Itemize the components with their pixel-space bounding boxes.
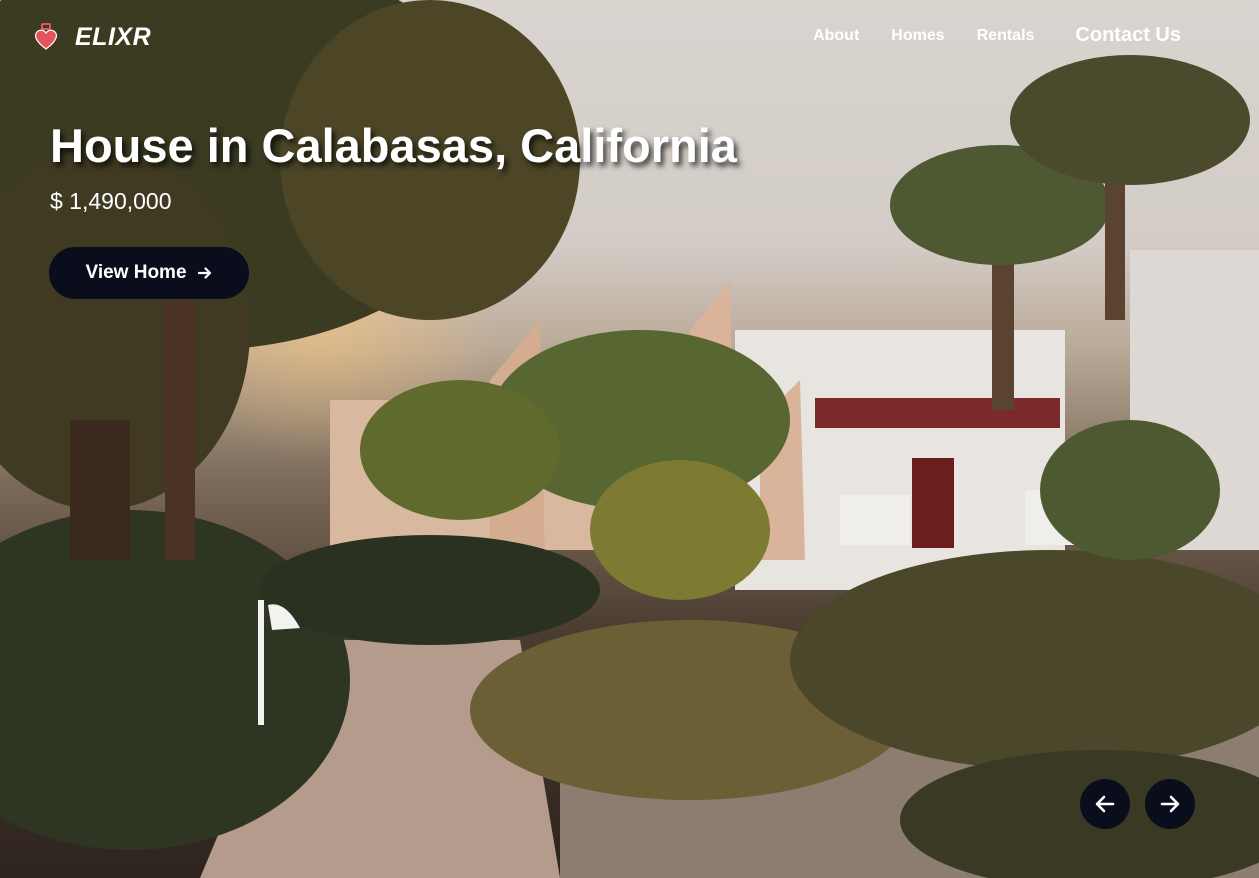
arrow-left-icon [1095, 795, 1115, 813]
main-nav: About Homes Rentals Contact Us [781, 24, 1181, 47]
carousel-next-button[interactable] [1145, 779, 1195, 829]
hero-section: ELIXR About Homes Rentals Contact Us Hou… [0, 0, 1259, 878]
nav-homes-link[interactable]: Homes [891, 27, 944, 45]
nav-rentals-link[interactable]: Rentals [977, 27, 1035, 45]
heart-potion-icon [34, 23, 58, 50]
nav-contact-link[interactable]: Contact Us [1075, 24, 1181, 47]
brand-name: ELIXR [75, 22, 152, 51]
carousel-prev-button[interactable] [1080, 779, 1130, 829]
nav-about-link[interactable]: About [813, 27, 859, 45]
listing-title: House in Calabasas, California [50, 119, 737, 172]
view-home-label: View Home [85, 262, 187, 283]
view-home-button[interactable]: View Home [49, 247, 249, 299]
brand-logo[interactable]: ELIXR [31, 22, 151, 52]
arrow-right-icon [197, 267, 211, 279]
arrow-right-icon [1160, 795, 1180, 813]
listing-price: $ 1,490,000 [50, 188, 172, 214]
